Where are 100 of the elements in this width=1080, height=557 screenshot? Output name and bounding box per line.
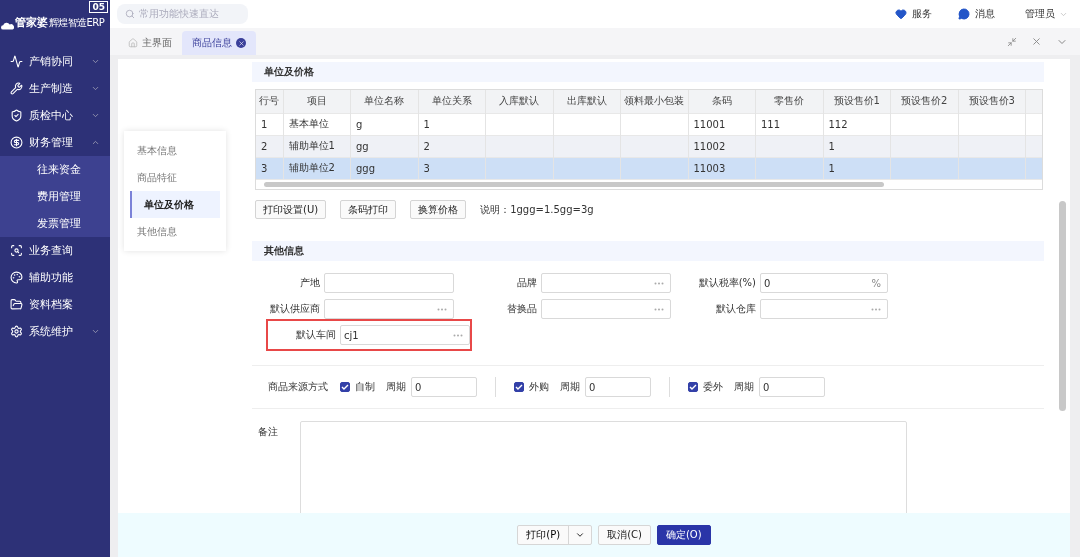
input-field[interactable]: cj1 <box>340 325 470 345</box>
column-header: 出库默认 <box>553 90 621 113</box>
input-field[interactable] <box>541 299 671 319</box>
sidebar-item[interactable]: 质检中心 <box>0 102 110 129</box>
gear-icon <box>10 325 23 338</box>
column-header: 领料最小包装 <box>620 90 688 113</box>
period-label: 周期 <box>734 380 754 394</box>
sidebar-subitem[interactable]: 费用管理 <box>0 183 110 210</box>
palette-icon <box>10 271 23 284</box>
checkbox[interactable] <box>514 382 524 392</box>
table-cell: 2 <box>261 140 268 152</box>
heart-icon <box>895 8 907 20</box>
checkbox-label: 自制 <box>355 380 375 394</box>
field-label: 产地 <box>299 276 321 290</box>
nav-item[interactable]: 基本信息 <box>130 137 220 164</box>
field-label: 默认供应商 <box>269 302 321 316</box>
wrench-icon <box>10 82 23 95</box>
nav-item[interactable]: 其他信息 <box>130 218 220 245</box>
table-cell: 11001 <box>693 118 726 130</box>
input-field[interactable]: 0 % <box>760 273 888 293</box>
table-cell: 辅助单位1 <box>288 140 335 151</box>
table-cell: 2 <box>423 140 430 152</box>
sidebar-item[interactable]: 系统维护 <box>0 318 110 345</box>
sidebar-item[interactable]: 财务管理 <box>0 129 110 156</box>
column-header: 预设售价1 <box>823 90 891 113</box>
more-icon[interactable] <box>871 307 881 311</box>
sidebar-item[interactable]: 辅助功能 <box>0 264 110 291</box>
table-row[interactable]: 3 辅助单位2 ggg 3 11003 1 <box>256 157 1042 179</box>
table-cell: 11003 <box>693 162 726 174</box>
close-icon <box>1031 36 1042 47</box>
more-icon[interactable] <box>654 281 664 285</box>
chevron-up-icon <box>91 138 100 147</box>
sidebar-item[interactable]: 生产制造 <box>0 75 110 102</box>
sidebar-subitem[interactable]: 往来资金 <box>0 156 110 183</box>
table-cell: 111 <box>761 118 781 130</box>
column-header: 条码 <box>688 90 756 113</box>
table-cell: 1 <box>828 162 835 174</box>
logo-text: 管家婆 <box>15 15 48 30</box>
header-link[interactable]: 服务 <box>895 7 932 21</box>
field-label: 替换品 <box>506 302 538 316</box>
sidebar-item[interactable]: 产销协同 <box>0 48 110 75</box>
more-icon[interactable] <box>654 307 664 311</box>
more-icon[interactable] <box>453 333 463 337</box>
table-cell: 1 <box>423 118 430 130</box>
period-label: 周期 <box>386 380 406 394</box>
column-header: 项目 <box>283 90 351 113</box>
confirm-button[interactable]: 确定(O) <box>656 525 711 545</box>
table-row[interactable]: 2 辅助单位1 gg 2 11002 1 <box>256 135 1042 157</box>
version-badge: 05 <box>89 1 108 13</box>
tab[interactable]: 商品信息 <box>182 31 256 55</box>
checkbox-label: 委外 <box>703 380 723 394</box>
table-row[interactable]: 1 基本单位 g 1 11001 111 112 <box>256 113 1042 135</box>
input-field[interactable] <box>760 299 888 319</box>
tab[interactable]: 主界面 <box>118 31 182 55</box>
user-menu[interactable]: 管理员 <box>1025 7 1068 21</box>
column-header: 预设售价2 <box>890 90 958 113</box>
field-label: 默认车间 <box>295 328 337 342</box>
input-field[interactable]: 0 <box>411 377 477 397</box>
input-field[interactable]: 0 <box>759 377 825 397</box>
field-label: 备注 <box>258 425 278 439</box>
chat-icon <box>958 8 970 20</box>
section-title: 其他信息 <box>252 241 1044 261</box>
table-cell: 辅助单位2 <box>288 162 335 174</box>
caret-icon <box>575 530 586 540</box>
sidebar-item[interactable]: 资料档案 <box>0 291 110 318</box>
checkbox[interactable] <box>340 382 350 392</box>
checkbox-label: 外购 <box>529 380 549 394</box>
action-button[interactable]: 换算价格 <box>410 200 467 219</box>
chevron-down-icon <box>91 327 100 336</box>
chevron-down-icon <box>91 84 100 93</box>
scrollbar-thumb[interactable] <box>1059 201 1066 411</box>
sidebar-item[interactable]: 业务查询 <box>0 237 110 264</box>
close-icon[interactable] <box>236 38 246 48</box>
logo-subtitle: 辉煌智造ERP <box>49 16 105 30</box>
nav-item[interactable]: 单位及价格 <box>130 191 220 218</box>
coin-icon <box>10 136 23 149</box>
header-link[interactable]: 消息 <box>958 7 995 21</box>
cloud-icon <box>1 22 14 30</box>
action-button[interactable]: 条码打印 <box>340 200 397 219</box>
sidebar-subitem[interactable]: 发票管理 <box>0 210 110 237</box>
section-title: 单位及价格 <box>252 62 1044 82</box>
nav-item[interactable]: 商品特征 <box>130 164 220 191</box>
shield-icon <box>10 109 23 122</box>
input-field[interactable]: 0 <box>585 377 651 397</box>
column-header: 行号 <box>256 90 283 113</box>
search-icon <box>125 9 135 19</box>
table-cell: 基本单位 <box>288 118 329 129</box>
input-field[interactable] <box>324 273 454 293</box>
input-field[interactable] <box>324 299 454 319</box>
column-header: 单位名称 <box>350 90 418 113</box>
pulse-icon <box>10 55 23 68</box>
folder-icon <box>10 298 23 311</box>
scrollbar-thumb[interactable] <box>264 182 884 187</box>
column-header: 单位关系 <box>418 90 486 113</box>
cancel-button[interactable]: 取消(C) <box>598 525 651 545</box>
checkbox[interactable] <box>688 382 698 392</box>
table-cell: ggg <box>356 162 376 174</box>
input-field[interactable] <box>541 273 671 293</box>
more-icon[interactable] <box>437 307 447 311</box>
action-button[interactable]: 打印设置(U) <box>255 200 327 219</box>
